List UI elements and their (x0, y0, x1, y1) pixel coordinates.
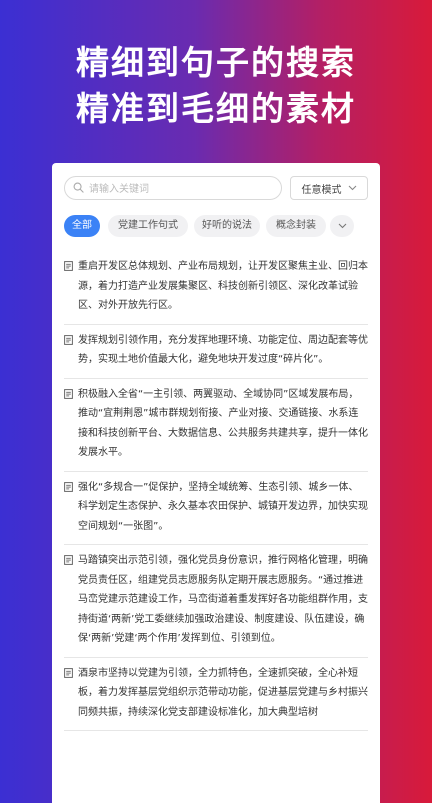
list-item[interactable]: 发挥规划引领作用，充分发挥地理环境、功能定位、周边配套等优势，实现土地价值最大化… (64, 325, 368, 379)
document-icon (64, 334, 73, 345)
list-item[interactable]: 重启开发区总体规划、产业布局规划，让开发区聚焦主业、回归本源，着力打造产业发展集… (64, 251, 368, 325)
document-icon (64, 388, 73, 399)
tabs-more-button[interactable] (330, 215, 354, 237)
results-list: 重启开发区总体规划、产业布局规划，让开发区聚焦主业、回归本源，着力打造产业发展集… (64, 251, 368, 731)
result-text: 发挥规划引领作用，充分发挥地理环境、功能定位、周边配套等优势，实现土地价值最大化… (78, 334, 368, 366)
document-icon (64, 555, 73, 565)
list-item[interactable]: 积极融入全省“一主引领、两翼驱动、全域协同”区域发展布局，推动“宜荆荆恩”城市群… (64, 379, 368, 472)
promo-headline: 精细到句子的搜索 精准到毛细的素材 (0, 40, 432, 132)
result-text: 酒泉市坚持以党建为引领，全力抓特色，全速抓突破，全心补短板，着力发挥基层党组织示… (78, 667, 368, 718)
tab-party-building-sentences[interactable]: 党建工作句式 (108, 215, 188, 237)
tab-all[interactable]: 全部 (64, 215, 100, 237)
chevron-down-icon (338, 223, 346, 229)
result-text: 马踏镇突出示范引领，强化党员身份意识，推行网格化管理，明确党员责任区，组建党员志… (78, 555, 368, 644)
result-text: 积极融入全省“一主引领、两翼驱动、全域协同”区域发展布局，推动“宜荆荆恩”城市群… (78, 388, 368, 459)
result-text: 强化“多规合一”促保护，坚持全域统筹、生态引领、城乡一体、科学划定生态保护、永久… (78, 481, 368, 532)
document-icon (64, 481, 73, 492)
mode-select[interactable]: 任意模式 (290, 176, 368, 200)
result-text: 重启开发区总体规划、产业布局规划，让开发区聚焦主业、回归本源，着力打造产业发展集… (78, 261, 368, 311)
search-input[interactable] (87, 179, 281, 199)
list-item[interactable]: 强化“多规合一”促保护，坚持全域统筹、生态引领、城乡一体、科学划定生态保护、永久… (64, 472, 368, 545)
promo-line-2: 精准到毛细的素材 (76, 89, 356, 128)
document-icon (64, 667, 73, 678)
promo-line-1: 精细到句子的搜索 (76, 43, 356, 82)
list-item[interactable]: 马踏镇突出示范引领，强化党员身份意识，推行网格化管理，明确党员责任区，组建党员志… (64, 545, 368, 658)
chevron-down-icon (348, 185, 356, 191)
search-icon (73, 182, 84, 193)
list-item[interactable]: 酒泉市坚持以党建为引领，全力抓特色，全速抓突破，全心补短板，着力发挥基层党组织示… (64, 658, 368, 731)
search-box[interactable] (64, 176, 282, 200)
category-tabs: 全部 党建工作句式 好听的说法 概念封装 (64, 215, 372, 237)
document-icon (64, 261, 73, 271)
mode-select-label: 任意模式 (301, 184, 342, 196)
tab-nice-expressions[interactable]: 好听的说法 (194, 215, 260, 237)
app-panel: 任意模式 全部 党建工作句式 好听的说法 概念封装 重启开发区总体规划、产业布局… (52, 163, 380, 803)
tab-concept-packaging[interactable]: 概念封装 (266, 215, 326, 237)
search-row: 任意模式 (64, 176, 368, 200)
